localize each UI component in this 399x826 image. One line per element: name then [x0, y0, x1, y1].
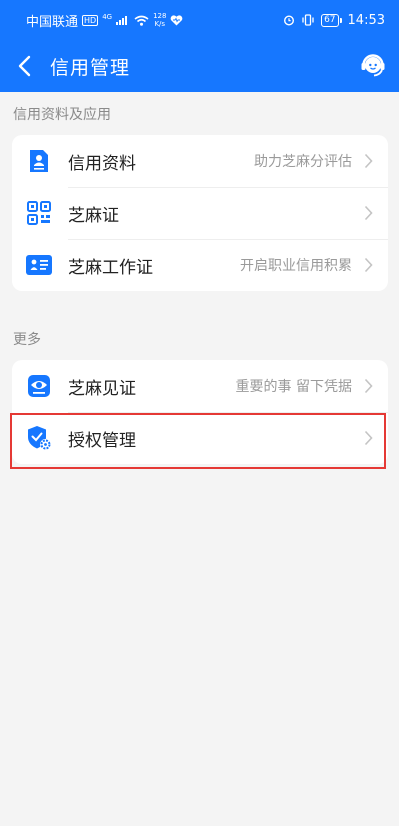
list-item-sesame-cert[interactable]: 芝麻证: [12, 187, 388, 239]
list-item-label: 芝麻工作证: [68, 257, 153, 278]
battery-indicator: 67: [321, 13, 342, 27]
wifi-icon: [134, 15, 149, 26]
chevron-right-icon: [364, 430, 376, 446]
list-item-label: 芝麻见证: [68, 378, 136, 399]
back-button[interactable]: [12, 54, 36, 78]
alarm-icon: [284, 15, 295, 26]
list-item-label: 芝麻证: [68, 205, 119, 226]
work-card-icon: [26, 252, 52, 278]
header-bar: 信用管理: [0, 40, 399, 92]
credit-card-group: 信用资料 助力芝麻分评估 芝麻证 芝麻工作证 开启职业信用积累: [12, 135, 388, 291]
network-speed: 128 K/s: [153, 12, 166, 28]
list-item-label: 信用资料: [68, 153, 136, 174]
qrcode-icon: [26, 200, 52, 226]
speed-value: 128: [153, 12, 167, 20]
list-item-credit-profile[interactable]: 信用资料 助力芝麻分评估: [12, 135, 388, 187]
customer-service-icon: [361, 54, 385, 77]
section-title-credit: 信用资料及应用: [13, 107, 111, 123]
vibrate-icon: [302, 14, 314, 26]
status-bar: 中国联通 HD 4G 128 K/s 67 14:53: [0, 0, 399, 40]
list-item-subtitle: 重要的事 留下凭据: [235, 379, 352, 395]
list-item-authorization[interactable]: 授权管理: [12, 412, 388, 464]
list-item-sesame-witness[interactable]: 芝麻见证 重要的事 留下凭据: [12, 360, 388, 412]
list-item-label: 授权管理: [68, 430, 136, 451]
heart-icon: [171, 14, 183, 25]
list-item-subtitle: 开启职业信用积累: [240, 258, 352, 274]
list-item-work-cert[interactable]: 芝麻工作证 开启职业信用积累: [12, 239, 388, 291]
clock: 14:53: [347, 12, 385, 28]
more-card-group: 芝麻见证 重要的事 留下凭据 授权管理: [12, 360, 388, 464]
chevron-right-icon: [364, 153, 376, 169]
speed-unit: K/s: [154, 20, 166, 28]
chevron-right-icon: [364, 257, 376, 273]
shield-gear-icon: [26, 425, 52, 451]
hd-badge: HD: [82, 14, 99, 26]
customer-service-button[interactable]: [359, 52, 387, 80]
list-item-subtitle: 助力芝麻分评估: [254, 154, 352, 170]
profile-doc-icon: [26, 148, 52, 174]
page-title: 信用管理: [50, 56, 131, 79]
carrier-name: 中国联通: [26, 14, 79, 30]
chevron-left-icon: [18, 55, 31, 77]
signal-icon: [116, 16, 128, 25]
witness-eye-icon: [26, 373, 52, 399]
section-title-more: 更多: [13, 332, 41, 348]
chevron-right-icon: [364, 205, 376, 221]
network-type: 4G: [102, 13, 113, 21]
battery-level: 67: [321, 13, 339, 27]
chevron-right-icon: [364, 378, 376, 394]
